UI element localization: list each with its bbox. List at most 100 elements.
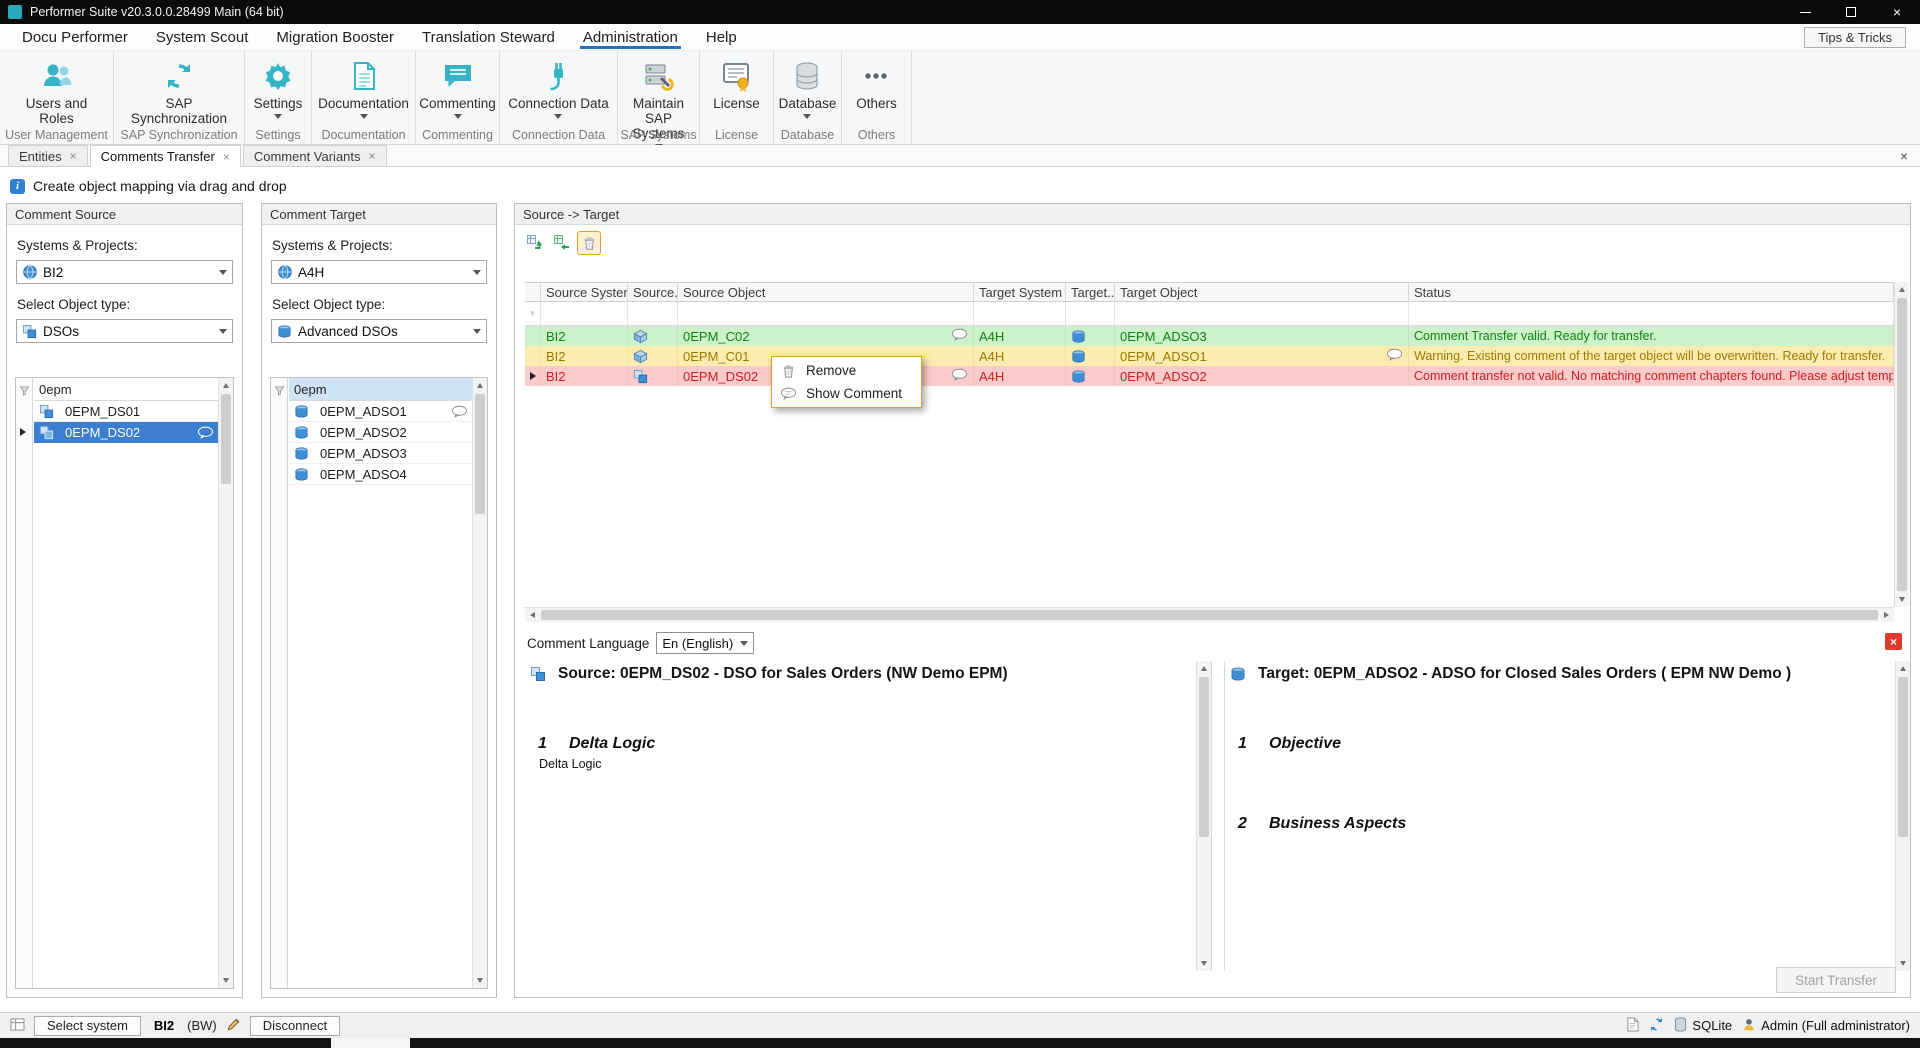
scroll-left-icon[interactable] (525, 608, 540, 622)
menu-item-administration[interactable]: Administration (569, 24, 692, 50)
user-indicator[interactable]: Admin (Full administrator) (1742, 1017, 1910, 1035)
scroll-down-icon[interactable] (1896, 956, 1910, 971)
scroll-right-icon[interactable] (1879, 608, 1894, 622)
target-system-select[interactable]: A4H (271, 260, 487, 284)
connection-data-button[interactable]: Connection Data (504, 56, 613, 121)
filter-cell[interactable] (628, 302, 678, 325)
source-list-scrollbar[interactable] (218, 378, 233, 988)
menu-item-migration-booster[interactable]: Migration Booster (262, 24, 408, 50)
scroll-thumb[interactable] (475, 394, 485, 514)
column-header-source-system[interactable]: Source System (541, 283, 628, 301)
database-indicator[interactable]: SQLite (1674, 1017, 1732, 1035)
tab-close-icon[interactable]: × (70, 149, 77, 163)
scroll-up-icon[interactable] (1896, 661, 1910, 676)
dropdown-arrow-icon[interactable] (468, 320, 486, 342)
dropdown-arrow-icon[interactable] (735, 633, 753, 653)
scroll-thumb[interactable] (1898, 677, 1908, 837)
tips-and-tricks-button[interactable]: Tips & Tricks (1804, 27, 1906, 48)
close-button[interactable]: × (1874, 0, 1920, 24)
scroll-up-icon[interactable] (1197, 661, 1211, 676)
close-preview-button[interactable]: × (1885, 633, 1902, 650)
scroll-thumb[interactable] (1897, 298, 1907, 591)
refresh-icon[interactable] (1649, 1017, 1664, 1035)
menu-item-translation-steward[interactable]: Translation Steward (408, 24, 569, 50)
transfer-all-button[interactable] (550, 231, 574, 255)
column-header-status[interactable]: Status (1409, 283, 1894, 301)
list-item[interactable]: 0EPM_DS01 (34, 401, 218, 422)
mapping-row-valid[interactable]: BI2 0EPM_C02 A4H 0EPM_AD (525, 326, 1894, 346)
remove-mapping-button[interactable] (577, 231, 601, 255)
scroll-thumb[interactable] (221, 394, 231, 484)
minimize-button[interactable] (1782, 0, 1828, 24)
tab-comment-variants[interactable]: Comment Variants × (243, 145, 387, 166)
source-system-select[interactable]: BI2 (16, 260, 233, 284)
settings-button[interactable]: Settings (250, 56, 307, 121)
target-object-type-select[interactable]: Advanced DSOs (271, 319, 487, 343)
context-menu-item-show-comment[interactable]: Show Comment (774, 382, 919, 405)
filter-cell[interactable] (974, 302, 1066, 325)
target-filter-row[interactable]: 0epm (289, 378, 472, 401)
column-header-source-object[interactable]: Source Object (678, 283, 974, 301)
tab-entities[interactable]: Entities × (8, 145, 88, 166)
start-transfer-button[interactable]: Start Transfer (1776, 967, 1896, 993)
tab-close-icon[interactable]: × (369, 149, 376, 163)
column-header-target-type[interactable]: Target... (1066, 283, 1115, 301)
select-system-button[interactable]: Select system (34, 1016, 141, 1036)
documentation-button[interactable]: Documentation (314, 56, 413, 121)
comment-language-select[interactable]: En (English) (656, 632, 754, 654)
scroll-thumb[interactable] (1199, 677, 1209, 837)
transfer-selected-button[interactable] (523, 231, 547, 255)
list-item[interactable]: 0EPM_ADSO4 (289, 464, 472, 485)
target-list-scrollbar[interactable] (472, 378, 487, 988)
column-header-source-type[interactable]: Source... (628, 283, 678, 301)
scroll-down-icon[interactable] (219, 973, 233, 988)
scroll-down-icon[interactable] (1895, 592, 1909, 607)
filter-icon[interactable] (274, 384, 285, 399)
filter-cell[interactable] (1409, 302, 1894, 325)
source-preview-scrollbar[interactable] (1196, 661, 1211, 971)
others-button[interactable]: Others (852, 56, 901, 113)
filter-icon[interactable] (19, 384, 30, 399)
source-filter-row[interactable]: 0epm (34, 378, 218, 401)
tab-comments-transfer[interactable]: Comments Transfer × (90, 145, 241, 167)
dropdown-arrow-icon[interactable] (214, 261, 232, 283)
database-button[interactable]: Database (775, 56, 841, 121)
menu-item-help[interactable]: Help (692, 24, 751, 50)
grid-vertical-scrollbar[interactable] (1894, 282, 1909, 607)
edit-system-icon[interactable] (226, 1017, 241, 1035)
mapping-row-error[interactable]: BI2 0EPM_DS02 A4H 0EPM_A (525, 366, 1894, 386)
column-header-target-object[interactable]: Target Object (1115, 283, 1409, 301)
disconnect-button[interactable]: Disconnect (250, 1016, 340, 1036)
scroll-up-icon[interactable] (1895, 282, 1909, 297)
grid-horizontal-scrollbar[interactable] (525, 607, 1894, 622)
scroll-thumb[interactable] (541, 610, 1878, 620)
list-item[interactable]: 0EPM_ADSO1 (289, 401, 472, 422)
tab-close-icon[interactable]: × (223, 150, 230, 164)
sap-synchronization-button[interactable]: SAP Synchronization (121, 56, 237, 128)
close-all-tabs-icon[interactable]: × (1900, 148, 1908, 164)
filter-cell[interactable] (1066, 302, 1115, 325)
maximize-button[interactable] (1828, 0, 1874, 24)
users-and-roles-button[interactable]: Users and Roles (20, 56, 94, 128)
scroll-up-icon[interactable] (219, 378, 233, 393)
license-button[interactable]: License (709, 56, 764, 113)
mapping-row-warning[interactable]: BI2 0EPM_C01 A4H 0EPM_ADSO1 (525, 346, 1894, 366)
filter-cell[interactable] (678, 302, 974, 325)
grid-filter-row[interactable] (525, 302, 1894, 326)
scroll-down-icon[interactable] (1197, 956, 1211, 971)
preview-splitter[interactable] (1211, 661, 1225, 971)
menu-item-docu-performer[interactable]: Docu Performer (8, 24, 142, 50)
menu-item-system-scout[interactable]: System Scout (142, 24, 263, 50)
scroll-up-icon[interactable] (473, 378, 487, 393)
list-item[interactable]: 0EPM_ADSO3 (289, 443, 472, 464)
dropdown-arrow-icon[interactable] (468, 261, 486, 283)
source-object-type-select[interactable]: DSOs (16, 319, 233, 343)
commenting-button[interactable]: Commenting (415, 56, 500, 121)
filter-cell[interactable] (541, 302, 628, 325)
column-header-target-system[interactable]: Target System (974, 283, 1066, 301)
list-item-selected[interactable]: 0EPM_DS02 (34, 422, 218, 443)
report-icon[interactable] (1626, 1017, 1639, 1035)
filter-cell[interactable] (1115, 302, 1409, 325)
list-item[interactable]: 0EPM_ADSO2 (289, 422, 472, 443)
scroll-down-icon[interactable] (473, 973, 487, 988)
